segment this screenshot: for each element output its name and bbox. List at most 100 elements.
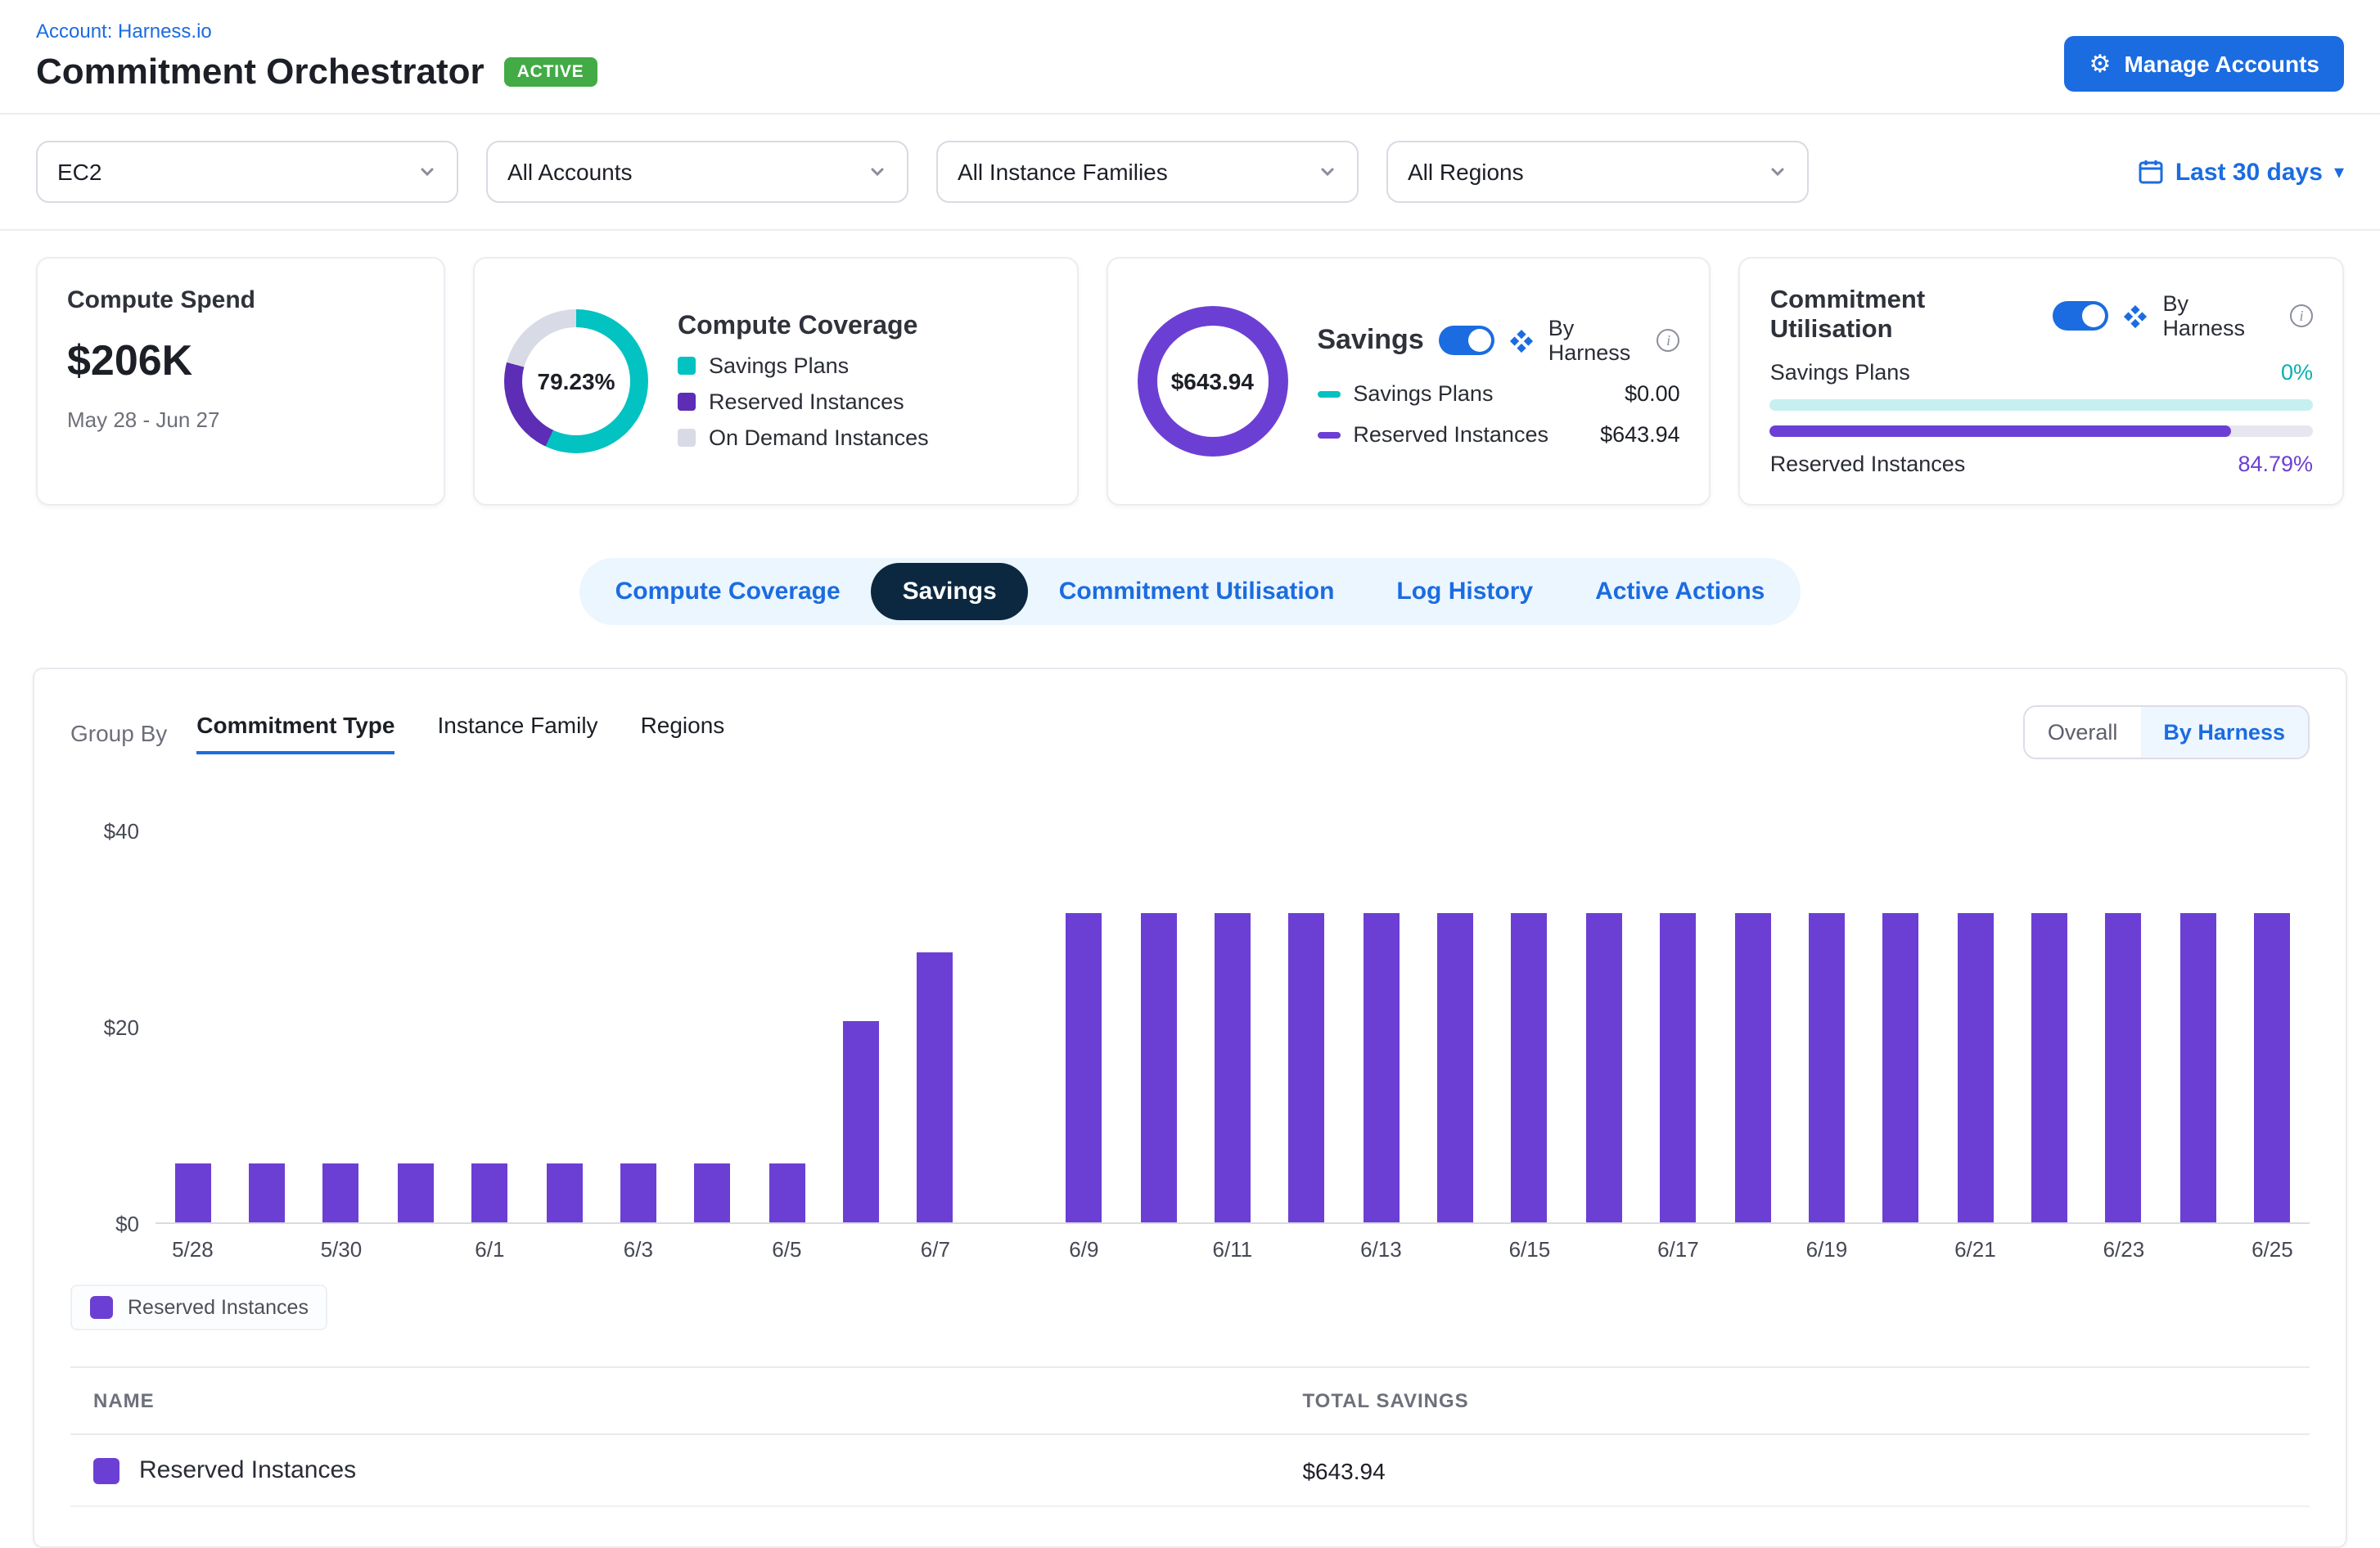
section-tabs: Compute CoverageSavingsCommitment Utilis… [579, 558, 1801, 625]
tab-commitment-utilisation[interactable]: Commitment Utilisation [1028, 563, 1366, 620]
x-axis-label [824, 1237, 899, 1262]
group-tab-instance-family[interactable]: Instance Family [437, 711, 597, 754]
tab-compute-coverage[interactable]: Compute Coverage [584, 563, 872, 620]
savings-table: NAMETOTAL SAVINGS Reserved Instances$643… [70, 1366, 2310, 1507]
status-badge: ACTIVE [504, 57, 597, 87]
x-axis-label: 5/30 [304, 1237, 379, 1262]
bar-5-28[interactable] [174, 1163, 210, 1222]
group-tab-commitment-type[interactable]: Commitment Type [196, 711, 394, 754]
x-axis-label [1864, 1237, 1938, 1262]
savings-by-harness-toggle[interactable] [1439, 326, 1494, 355]
bar-5-29[interactable] [249, 1163, 285, 1222]
bar-6-24[interactable] [2180, 913, 2216, 1222]
page-title: Commitment Orchestrator [36, 51, 485, 93]
x-axis-label [675, 1237, 750, 1262]
header: Account: Harness.io Commitment Orchestra… [0, 0, 2380, 115]
y-axis-tick: $0 [115, 1212, 139, 1236]
manage-accounts-button[interactable]: ⚙ Manage Accounts [2065, 36, 2344, 92]
utilisation-head-cluster: By Harness i [2053, 291, 2313, 340]
panel-head: Group By Commitment TypeInstance FamilyR… [70, 705, 2310, 759]
compute-spend-card: Compute Spend $206K May 28 - Jun 27 [36, 257, 445, 506]
legend-label: Reserved Instances [709, 389, 904, 414]
bar-slot [2235, 831, 2310, 1222]
tab-active-actions[interactable]: Active Actions [1564, 563, 1796, 620]
chart-legend-item[interactable]: Reserved Instances [70, 1285, 328, 1330]
service-filter-value: EC2 [57, 159, 101, 185]
bar-6-5[interactable] [769, 1163, 805, 1222]
coverage-percentage: 79.23% [504, 309, 648, 453]
bar-6-22[interactable] [2031, 913, 2067, 1222]
info-icon[interactable]: i [2290, 304, 2313, 327]
bar-6-19[interactable] [1809, 913, 1845, 1222]
bar-slot [2087, 831, 2161, 1222]
x-axis-label: 6/1 [453, 1237, 527, 1262]
bar-6-9[interactable] [1066, 913, 1102, 1222]
savings-by-harness-label: By Harness [1548, 316, 1643, 365]
savings-donut: $643.94 [1137, 306, 1287, 457]
bar-6-25[interactable] [2254, 913, 2290, 1222]
info-icon[interactable]: i [1657, 329, 1680, 352]
table-cell-total-savings: $643.94 [1279, 1434, 2310, 1506]
bar-6-2[interactable] [546, 1163, 582, 1222]
utilisation-by-harness-toggle[interactable] [2053, 301, 2108, 331]
bar-6-17[interactable] [1660, 913, 1696, 1222]
bar-6-13[interactable] [1363, 913, 1399, 1222]
bar-6-6[interactable] [843, 1021, 879, 1222]
table-row[interactable]: Reserved Instances$643.94 [70, 1434, 2310, 1506]
view-toggle: OverallBy Harness [2023, 705, 2310, 759]
group-tab-regions[interactable]: Regions [641, 711, 725, 754]
x-axis-label: 6/9 [1047, 1237, 1121, 1262]
bar-6-10[interactable] [1140, 913, 1176, 1222]
legend-color-swatch [678, 357, 696, 375]
regions-filter-select[interactable]: All Regions [1386, 141, 1809, 203]
tab-savings[interactable]: Savings [872, 563, 1028, 620]
bar-6-21[interactable] [1957, 913, 1993, 1222]
bar-6-4[interactable] [695, 1163, 731, 1222]
bar-slot [1938, 831, 2013, 1222]
bar-6-11[interactable] [1215, 913, 1251, 1222]
accounts-filter-select[interactable]: All Accounts [486, 141, 908, 203]
bar-slot [1121, 831, 1196, 1222]
savings-title: Savings [1317, 324, 1423, 357]
bar-slot [378, 831, 453, 1222]
chart-x-axis: 5/285/306/16/36/56/76/96/116/136/156/176… [156, 1237, 2310, 1262]
bar-5-31[interactable] [398, 1163, 434, 1222]
view-option-overall[interactable]: Overall [2025, 707, 2141, 758]
x-axis-label: 6/19 [1790, 1237, 1864, 1262]
bar-6-12[interactable] [1289, 913, 1325, 1222]
utilisation-value: 84.79% [2238, 452, 2313, 476]
bar-6-16[interactable] [1586, 913, 1622, 1222]
bar-5-30[interactable] [323, 1163, 359, 1222]
bar-6-3[interactable] [620, 1163, 656, 1222]
legend-dash [1317, 431, 1340, 438]
bar-slot [1864, 831, 1938, 1222]
utilisation-bar [1770, 399, 2313, 411]
utilisation-bar-fill [1770, 425, 2230, 437]
utilisation-value: 0% [2281, 360, 2313, 385]
bar-6-7[interactable] [917, 952, 953, 1222]
view-option-by-harness[interactable]: By Harness [2140, 707, 2308, 758]
y-axis-tick: $40 [104, 819, 139, 844]
savings-legend-row: Savings Plans$0.00 [1317, 381, 1679, 406]
date-range-value: Last 30 days [2175, 158, 2323, 186]
instance-families-filter-select[interactable]: All Instance Families [936, 141, 1359, 203]
commitment-utilisation-title: Commitment Utilisation [1770, 286, 2053, 345]
bar-6-20[interactable] [1883, 913, 1919, 1222]
tab-log-history[interactable]: Log History [1365, 563, 1564, 620]
chevron-down-icon [868, 162, 887, 182]
service-filter-select[interactable]: EC2 [36, 141, 458, 203]
savings-total: $643.94 [1137, 306, 1287, 457]
bar-6-15[interactable] [1512, 913, 1548, 1222]
bar-6-14[interactable] [1437, 913, 1473, 1222]
chart-plot-area [156, 831, 2310, 1224]
bar-6-1[interactable] [471, 1163, 507, 1222]
bar-slot [602, 831, 676, 1222]
account-link[interactable]: Account: Harness.io [36, 20, 212, 43]
date-range-select[interactable]: Last 30 days ▾ [2138, 158, 2344, 186]
bar-6-23[interactable] [2106, 913, 2142, 1222]
utilisation-label: Savings Plans [1770, 360, 1910, 385]
legend-dash [1317, 390, 1340, 397]
calendar-icon [2138, 159, 2164, 185]
summary-cards: Compute Spend $206K May 28 - Jun 27 79.2… [0, 231, 2380, 506]
bar-6-18[interactable] [1734, 913, 1770, 1222]
